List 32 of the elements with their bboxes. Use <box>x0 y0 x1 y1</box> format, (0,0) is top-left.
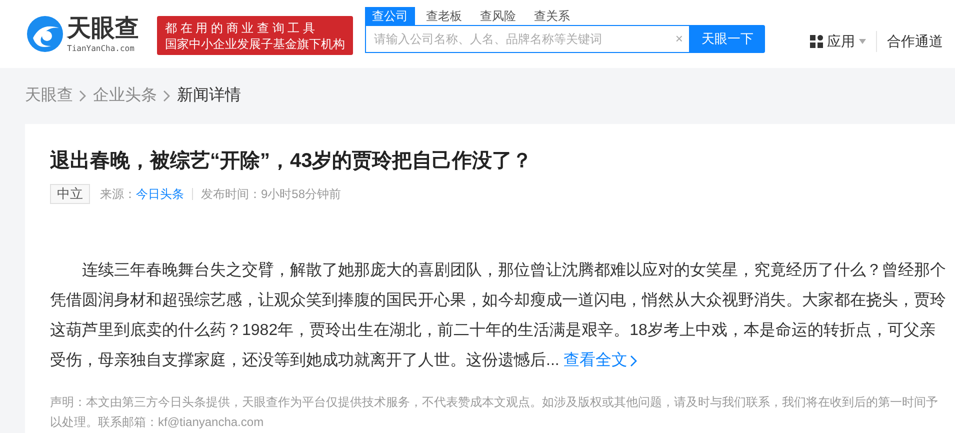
logo[interactable]: 天眼查 TianYanCha.com <box>25 14 150 54</box>
disclaimer-text: 声明：本文由第三方今日头条提供，天眼查作为平台仅提供技术服务，不代表赞成本文观点。如涉及版权或其他问题，请及时与我们联系，我们将在收到后的第一时间予以处理。联系邮箱：kf@tianyancha.com <box>50 394 939 431</box>
breadcrumb-item[interactable]: 天眼查 <box>25 84 73 108</box>
slogan-text: 国家中小企业发展子基金旗下机构 <box>165 36 345 52</box>
breadcrumb-item: 新闻详情 <box>177 86 241 106</box>
slogan-text: 都 在 用 的 商 业 查 询 工 具 <box>165 20 316 36</box>
article-title: 退出春晚，被综艺“开除”，43岁的贾玲把自己作没了？ <box>50 148 534 174</box>
clear-button[interactable]: × <box>675 29 683 49</box>
chevron-right-icon <box>79 90 87 102</box>
article-body: 连续三年春晚舞台失之交臂，解散了她那庞大的喜剧团队，那位曾让沈腾都难以应对的女笑星，究竟经历了什么？曾经那个凭借圆润身材和超强综艺感，让观众笑到捧腹的国民开心果，如今却瘦成一道闪电，悄然从大众视野消失。大家都在挠头，贾玲这葫芦里到底卖的什么药？1982年，贾玲出生在湖北，前二十年的生活满是艰辛。18岁考上中戏，本是命运的转折点，可父亲受伤，母亲独自支撑家庭，还没等到她成功就离开了人世。这份遗憾后... 查看全文 <box>50 256 949 376</box>
grid-icon <box>810 35 823 48</box>
search-button[interactable]: 天眼一下 <box>690 25 765 53</box>
source-label: 来源： <box>100 186 136 203</box>
logo-domain: TianYanCha.com <box>67 42 136 54</box>
read-more-link[interactable]: 查看全文 <box>563 346 638 376</box>
breadcrumb-item[interactable]: 企业头条 <box>93 84 157 108</box>
eye-logo-icon <box>25 14 65 54</box>
channel-menu[interactable]: 合作通道 <box>877 31 943 52</box>
apps-menu[interactable]: 应用 <box>810 31 877 52</box>
chevron-right-icon <box>163 90 171 102</box>
search-field[interactable]: 请输入公司名称、人名、品牌名称等关键词 × <box>365 25 690 53</box>
sentiment-tag: 中立 <box>50 184 90 204</box>
chevron-right-icon <box>630 355 638 367</box>
search-tab[interactable]: 查关系 <box>527 7 577 25</box>
search-tab[interactable]: 查风险 <box>473 7 523 25</box>
caret-icon <box>859 39 866 44</box>
search-tab[interactable]: 查公司 <box>365 7 415 25</box>
search-tab[interactable]: 查老板 <box>419 7 469 25</box>
time-label: 发布时间： <box>201 186 261 203</box>
logo-text: 天眼查 <box>67 14 139 42</box>
source-link[interactable]: 今日头条 <box>136 185 184 203</box>
publish-time: 9小时58分钟前 <box>261 186 342 203</box>
